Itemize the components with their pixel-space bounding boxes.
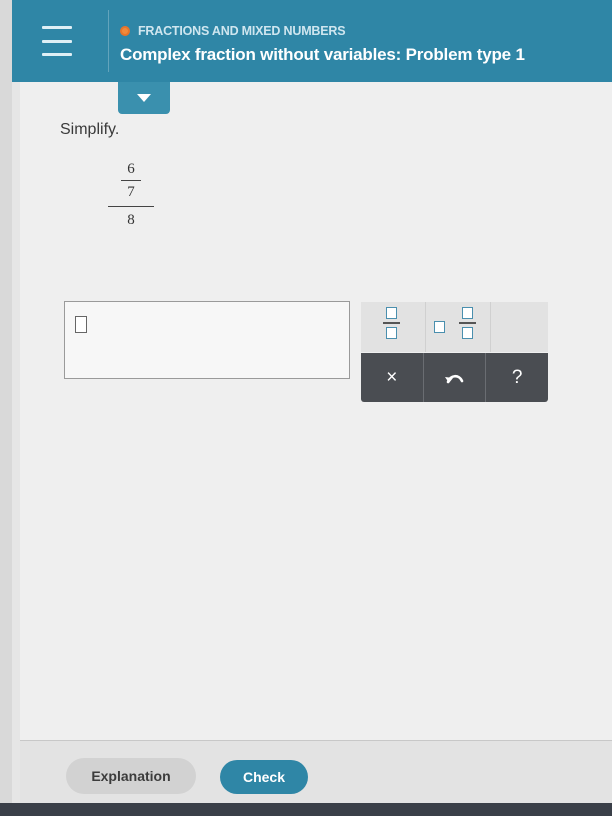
numerator-bottom: 7 bbox=[127, 184, 135, 200]
toolbar-templates bbox=[361, 302, 548, 352]
topic-status-icon bbox=[120, 26, 130, 36]
clear-button[interactable]: × bbox=[361, 353, 423, 402]
collapse-tab[interactable] bbox=[118, 82, 170, 114]
main-fraction-bar bbox=[108, 206, 154, 207]
header-bar: FRACTIONS AND MIXED NUMBERS Complex frac… bbox=[12, 0, 612, 82]
help-button[interactable]: ? bbox=[485, 353, 548, 402]
instruction-text: Simplify. bbox=[60, 121, 120, 138]
toolbar-empty-slot bbox=[489, 302, 548, 352]
undo-button[interactable] bbox=[422, 353, 486, 402]
explanation-button[interactable]: Explanation bbox=[66, 758, 196, 794]
input-slot-icon[interactable] bbox=[75, 316, 87, 333]
hamburger-menu-icon[interactable] bbox=[42, 26, 72, 56]
math-toolbar: × ? bbox=[361, 302, 548, 402]
fraction-denominator: 8 bbox=[127, 212, 135, 228]
fraction-icon bbox=[383, 307, 400, 339]
mixed-fraction-icon bbox=[458, 307, 476, 339]
topic-label: FRACTIONS AND MIXED NUMBERS bbox=[120, 24, 346, 38]
undo-icon bbox=[444, 374, 463, 383]
header-divider bbox=[108, 10, 109, 72]
page-title: Complex fraction without variables: Prob… bbox=[120, 45, 525, 64]
inner-fraction-bar bbox=[121, 180, 141, 181]
numerator-top: 6 bbox=[127, 161, 135, 177]
toolbar-actions: × ? bbox=[361, 353, 548, 402]
mixed-number-template-button[interactable] bbox=[424, 302, 490, 352]
whole-number-icon bbox=[433, 321, 445, 333]
check-button[interactable]: Check bbox=[220, 760, 308, 794]
fraction-numerator: 6 7 bbox=[121, 160, 141, 201]
bottom-bezel bbox=[0, 803, 612, 816]
fraction-template-button[interactable] bbox=[361, 302, 425, 352]
complex-fraction: 6 7 8 bbox=[108, 160, 154, 229]
chevron-down-icon bbox=[137, 94, 151, 102]
topic-text: FRACTIONS AND MIXED NUMBERS bbox=[138, 24, 346, 38]
answer-input[interactable] bbox=[64, 301, 350, 379]
